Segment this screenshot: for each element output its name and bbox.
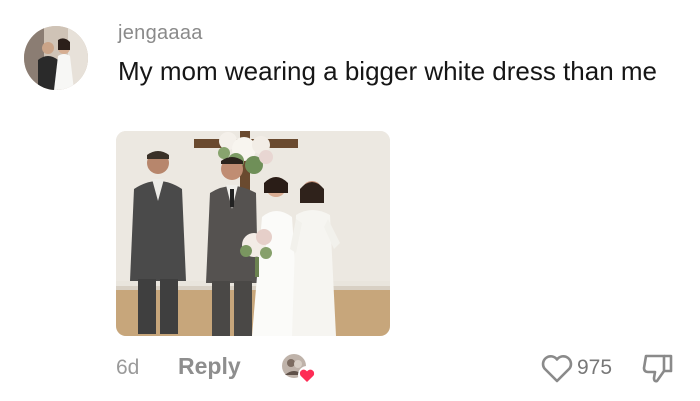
dislike-button[interactable]	[640, 351, 676, 385]
like-button[interactable]	[540, 352, 574, 384]
reply-button[interactable]: Reply	[178, 353, 241, 380]
username[interactable]: jengaaaa	[118, 22, 203, 45]
like-count: 975	[577, 356, 613, 379]
creator-liked-badge[interactable]	[279, 351, 317, 385]
creator-liked-heart-icon	[298, 366, 316, 384]
comment-timestamp: 6d	[116, 356, 140, 379]
avatar-photo	[24, 26, 88, 90]
wedding-photo	[116, 131, 390, 336]
comment-text: My mom wearing a bigger white dress than…	[118, 56, 658, 86]
thumbs-down-icon	[642, 354, 673, 383]
avatar[interactable]	[24, 26, 88, 90]
heart-outline-icon	[541, 355, 573, 383]
comment-photo[interactable]	[116, 131, 390, 336]
